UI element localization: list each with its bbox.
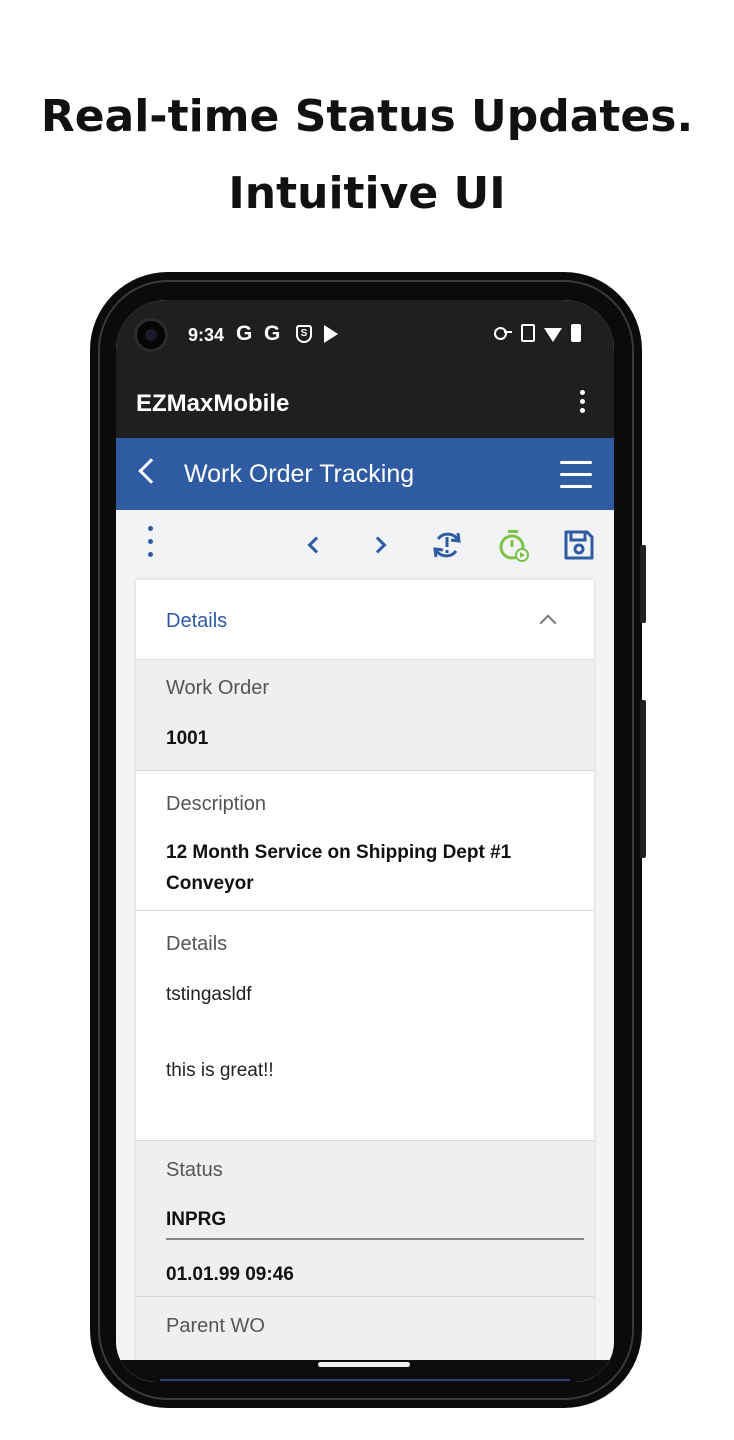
app-bar: EZMaxMobile: [116, 370, 614, 438]
status-date: 01.01.99 09:46: [166, 1264, 294, 1285]
work-order-label: Work Order: [166, 677, 269, 699]
work-order-field: Work Order 1001: [136, 660, 594, 771]
status-label: Status: [166, 1159, 223, 1181]
section-title: Details: [166, 610, 228, 632]
status-value: INPRG: [166, 1209, 227, 1230]
back-arrow-icon[interactable]: [138, 458, 164, 484]
vibrate-icon: [521, 324, 535, 342]
hamburger-menu-icon[interactable]: [560, 461, 592, 488]
google-icon-2: G: [264, 322, 281, 345]
details-line-2: this is great!!: [166, 1060, 274, 1081]
play-store-icon: [324, 325, 338, 343]
next-record-button[interactable]: [364, 528, 398, 562]
details-label: Details: [166, 933, 228, 955]
page-title: Work Order Tracking: [184, 460, 415, 488]
vpn-key-icon: [494, 326, 512, 340]
home-gesture-handle[interactable]: [318, 1362, 410, 1367]
previous-record-button[interactable]: [298, 528, 332, 562]
status-time: 9:34: [188, 325, 225, 345]
details-card: Details Work Order 1001 Description 12 M…: [136, 580, 594, 1382]
status-field[interactable]: Status INPRG 01.01.99 09:46: [136, 1141, 594, 1297]
save-icon[interactable]: [562, 528, 596, 562]
chevron-up-icon[interactable]: [539, 614, 557, 632]
google-icon: G: [236, 322, 253, 345]
description-value: 12 Month Service on Shipping Dept #1 Con…: [166, 842, 512, 894]
record-toolbar: [116, 510, 614, 580]
description-field: Description 12 Month Service on Shipping…: [136, 771, 594, 911]
status-bar: 9:34 G G S: [116, 300, 614, 370]
overflow-menu-icon[interactable]: [578, 390, 586, 416]
wifi-icon: [544, 328, 562, 342]
description-label: Description: [166, 793, 267, 815]
more-actions-icon[interactable]: [148, 526, 154, 562]
front-camera: [134, 318, 168, 352]
sync-alert-icon[interactable]: [430, 528, 464, 562]
details-section-header[interactable]: Details: [136, 580, 594, 660]
details-line-1: tstingasldf: [166, 984, 252, 1005]
work-order-value: 1001: [166, 728, 209, 749]
phone-volume-button: [640, 700, 646, 858]
details-field[interactable]: Details tstingasldf this is great!!: [136, 911, 594, 1141]
page-header: Work Order Tracking: [116, 438, 614, 510]
battery-icon: [571, 324, 581, 342]
phone-screen: 9:34 G G S EZMaxMobile Work Order Tracki…: [116, 300, 614, 1382]
nav-accent-line: [160, 1379, 570, 1381]
phone-side-button: [640, 545, 646, 623]
headline-line-2: Intuitive UI: [228, 168, 506, 219]
headline-line-1: Real-time Status Updates.: [40, 91, 694, 142]
timer-icon[interactable]: [496, 528, 530, 562]
app-title: EZMaxMobile: [136, 390, 290, 417]
status-underline: [166, 1238, 584, 1240]
headline: Real-time Status Updates. Intuitive UI: [0, 78, 734, 232]
shield-s-icon: S: [296, 325, 312, 343]
parent-wo-label: Parent WO: [166, 1315, 265, 1337]
